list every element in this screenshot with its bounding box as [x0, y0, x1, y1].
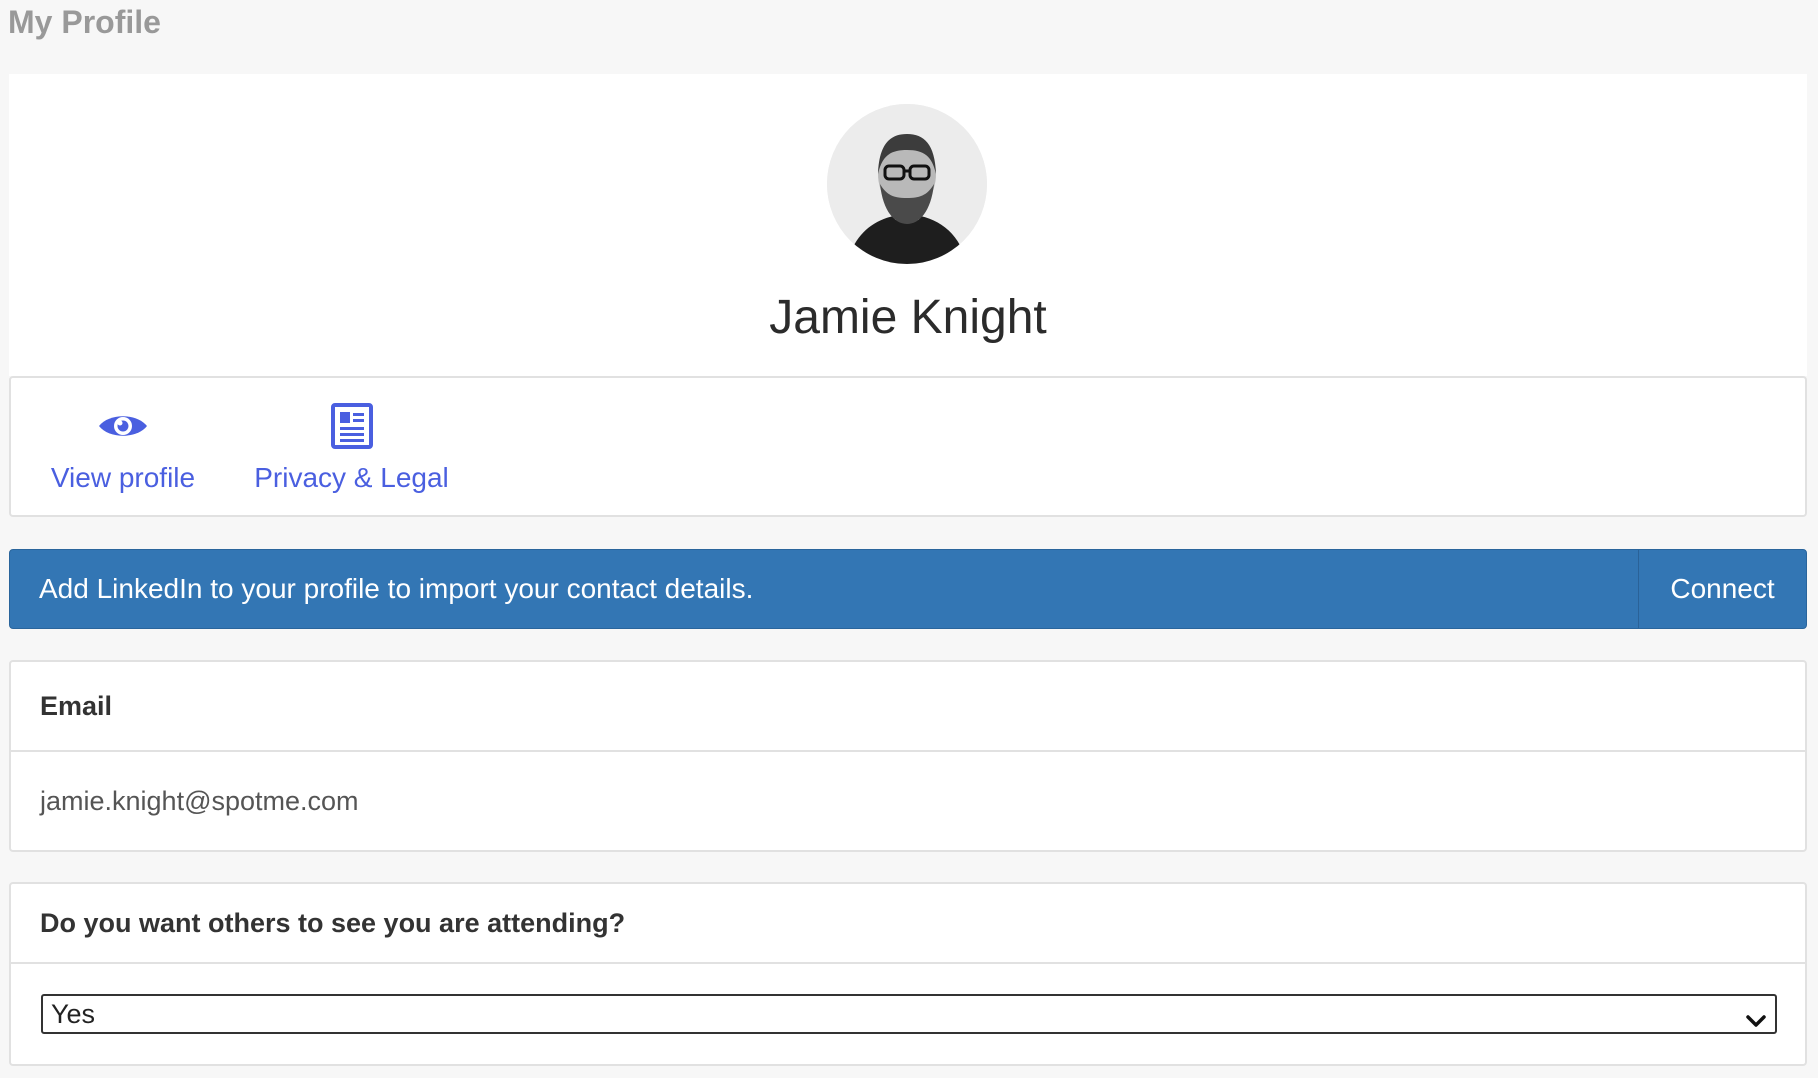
- eye-icon: [97, 398, 149, 454]
- email-label: Email: [11, 662, 1805, 752]
- avatar-photo: [827, 104, 987, 264]
- chevron-down-icon: [1745, 1004, 1767, 1040]
- linkedin-message: Add LinkedIn to your profile to import y…: [39, 573, 754, 604]
- attendance-selected-value: Yes: [51, 999, 96, 1029]
- avatar: [827, 104, 987, 264]
- email-card: Email jamie.knight@spotme.com: [9, 660, 1807, 852]
- view-profile-label: View profile: [50, 462, 196, 493]
- connect-button[interactable]: Connect: [1638, 550, 1806, 628]
- profile-actions: View profile Privacy & Legal: [9, 376, 1807, 517]
- profile-name: Jamie Knight: [769, 291, 1047, 344]
- attendance-label: Do you want others to see you are attend…: [11, 884, 1805, 964]
- attendance-card: Do you want others to see you are attend…: [9, 882, 1807, 1066]
- page-title: My Profile: [8, 4, 161, 40]
- view-profile-button[interactable]: View profile: [38, 398, 208, 498]
- privacy-legal-label: Privacy & Legal: [254, 462, 449, 493]
- attendance-select[interactable]: Yes: [41, 994, 1777, 1034]
- linkedin-banner: Add LinkedIn to your profile to import y…: [9, 549, 1807, 629]
- profile-header: Jamie Knight: [9, 74, 1807, 376]
- document-icon: [330, 398, 373, 454]
- email-value: jamie.knight@spotme.com: [40, 786, 359, 816]
- privacy-legal-button[interactable]: Privacy & Legal: [244, 398, 459, 498]
